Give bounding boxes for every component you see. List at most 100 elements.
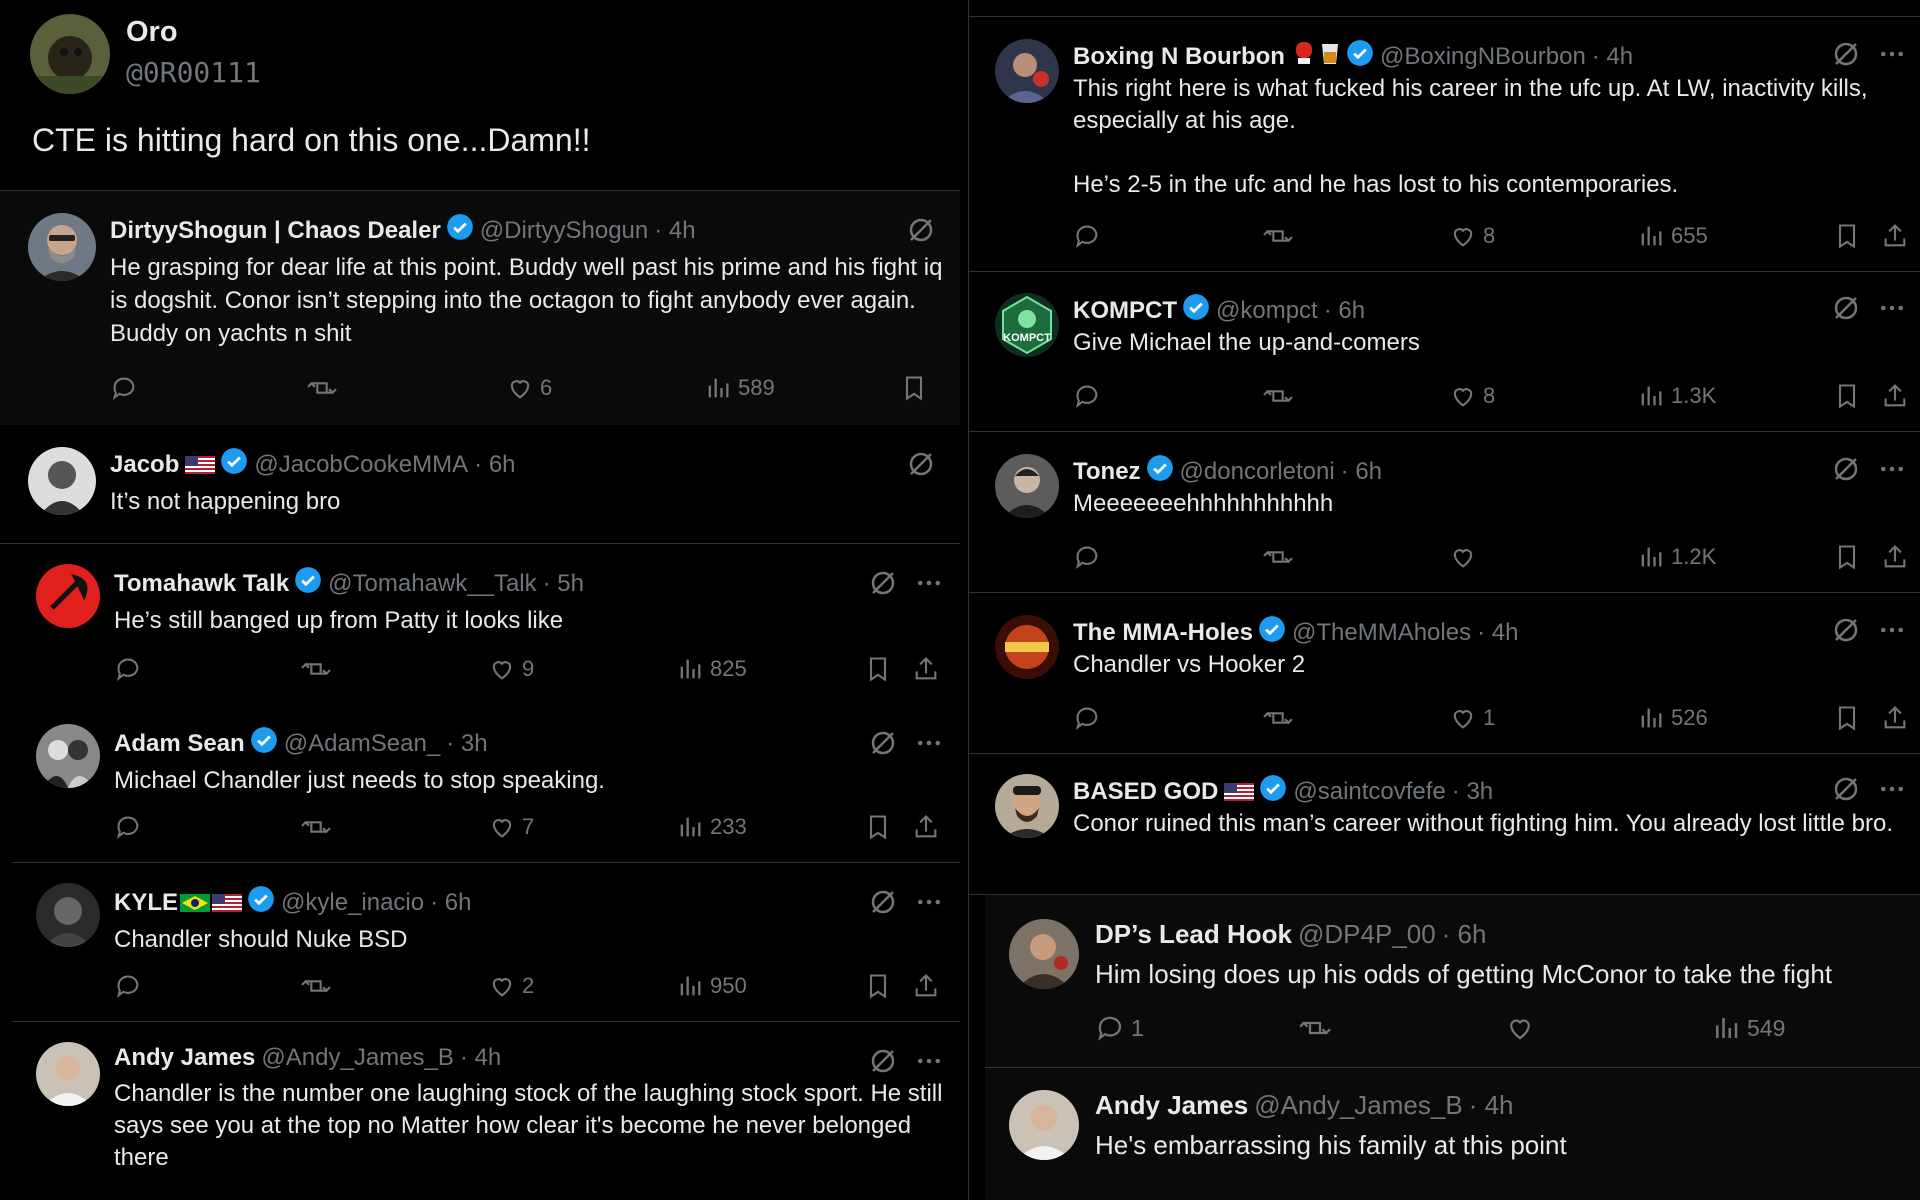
repost-button[interactable] xyxy=(305,373,339,403)
grok-icon[interactable] xyxy=(868,728,898,763)
reply-button[interactable] xyxy=(110,373,138,403)
bookmark-button[interactable] xyxy=(1833,703,1861,733)
grok-icon[interactable] xyxy=(906,449,936,484)
like-button[interactable] xyxy=(1449,542,1477,572)
like-button[interactable]: 6 xyxy=(506,373,552,403)
share-button[interactable] xyxy=(912,812,940,842)
repost-button[interactable] xyxy=(299,812,333,842)
avatar[interactable] xyxy=(28,213,96,281)
post-time[interactable]: · 4h xyxy=(1469,1090,1514,1121)
avatar[interactable] xyxy=(28,447,96,515)
share-button[interactable] xyxy=(912,971,940,1001)
author-handle[interactable]: @TheMMAholes xyxy=(1292,619,1471,647)
views-button[interactable]: 1.3K xyxy=(1637,381,1716,411)
post-time[interactable]: · 5h xyxy=(543,570,584,598)
views-button[interactable]: 655 xyxy=(1637,221,1708,251)
like-button[interactable]: 8 xyxy=(1449,221,1495,251)
avatar[interactable] xyxy=(36,1042,100,1106)
grok-icon[interactable] xyxy=(1831,293,1861,328)
author-name[interactable]: Andy James xyxy=(114,1044,255,1072)
bookmark-button[interactable] xyxy=(864,971,892,1001)
bookmark-button[interactable] xyxy=(1833,381,1861,411)
avatar[interactable] xyxy=(995,615,1059,679)
reply-boxing-n-bourbon[interactable]: Boxing N Bourbon @BoxingNBourbon · 4h Th… xyxy=(969,16,1920,272)
views-button[interactable]: 589 xyxy=(704,373,775,403)
grok-icon[interactable] xyxy=(1831,615,1861,650)
repost-button[interactable] xyxy=(1297,1013,1333,1043)
more-icon[interactable] xyxy=(914,568,944,603)
reply-button[interactable] xyxy=(1073,381,1101,411)
author-handle[interactable]: @kyle_inacio xyxy=(281,889,424,917)
reply-the-mma-holes[interactable]: The MMA-Holes @TheMMAholes · 4h Chandler… xyxy=(969,593,1920,754)
author-name[interactable]: BASED GOD xyxy=(1073,778,1218,806)
author-name[interactable]: KYLE xyxy=(114,889,178,917)
reply-button[interactable] xyxy=(114,971,142,1001)
author-name[interactable]: Tonez xyxy=(1073,458,1141,486)
more-icon[interactable] xyxy=(1877,293,1907,328)
post-time[interactable]: · 4h xyxy=(460,1044,501,1072)
post-time[interactable]: · 6h xyxy=(1324,297,1365,325)
more-icon[interactable] xyxy=(1877,615,1907,650)
more-icon[interactable] xyxy=(1877,454,1907,489)
post-time[interactable]: · 4h xyxy=(1592,43,1633,71)
author-name[interactable]: DP’s Lead Hook xyxy=(1095,919,1292,950)
views-button[interactable]: 1.2K xyxy=(1637,542,1716,572)
reply-based-god[interactable]: BASED GOD @saintcovfefe · 3h Conor ruine… xyxy=(969,754,1920,895)
avatar[interactable] xyxy=(995,774,1059,838)
share-button[interactable] xyxy=(1881,221,1909,251)
author-handle[interactable]: @doncorletoni xyxy=(1180,458,1335,486)
grok-icon[interactable] xyxy=(868,1046,898,1081)
more-icon[interactable] xyxy=(1877,774,1907,809)
bookmark-button[interactable] xyxy=(864,812,892,842)
author-handle[interactable]: @Andy_James_B xyxy=(1254,1090,1463,1121)
post-time[interactable]: · 3h xyxy=(446,730,487,758)
like-button[interactable]: 7 xyxy=(488,812,534,842)
reply-andy-james-2[interactable]: Andy James @Andy_James_B · 4h He's embar… xyxy=(985,1068,1920,1200)
repost-button[interactable] xyxy=(1261,703,1295,733)
bookmark-button[interactable] xyxy=(1833,221,1861,251)
avatar[interactable] xyxy=(1009,919,1079,989)
views-button[interactable]: 549 xyxy=(1711,1013,1785,1043)
like-button[interactable]: 9 xyxy=(488,654,534,684)
reply-button[interactable] xyxy=(1073,703,1101,733)
avatar[interactable] xyxy=(36,564,100,628)
repost-button[interactable] xyxy=(1261,542,1295,572)
author-name[interactable]: Boxing N Bourbon xyxy=(1073,43,1285,71)
views-button[interactable]: 233 xyxy=(676,812,747,842)
like-button[interactable]: 2 xyxy=(488,971,534,1001)
reply-andy-james[interactable]: Andy James @Andy_James_B · 4h Chandler i… xyxy=(12,1022,960,1200)
author-handle[interactable]: @BoxingNBourbon xyxy=(1380,43,1586,71)
bookmark-button[interactable] xyxy=(900,373,928,403)
post-time[interactable]: · 6h xyxy=(430,889,471,917)
grok-icon[interactable] xyxy=(1831,454,1861,489)
repost-button[interactable] xyxy=(1261,221,1295,251)
author-name[interactable]: Tomahawk Talk xyxy=(114,570,289,598)
repost-button[interactable] xyxy=(299,654,333,684)
repost-button[interactable] xyxy=(299,971,333,1001)
author-name[interactable]: Andy James xyxy=(1095,1090,1248,1121)
author-name[interactable]: DirtyyShogun | Chaos Dealer xyxy=(110,217,441,245)
bookmark-button[interactable] xyxy=(1833,542,1861,572)
reply-jacob[interactable]: Jacob @JacobCookeMMA · 6h It’s not happe… xyxy=(0,425,960,544)
more-icon[interactable] xyxy=(1877,39,1907,74)
reply-adam-sean[interactable]: Adam Sean @AdamSean_ · 3h Michael Chandl… xyxy=(12,704,960,863)
author-name[interactable]: Adam Sean xyxy=(114,730,245,758)
bookmark-button[interactable] xyxy=(864,654,892,684)
reply-button[interactable] xyxy=(114,812,142,842)
post-time[interactable]: · 4h xyxy=(1477,619,1518,647)
avatar[interactable] xyxy=(36,883,100,947)
post-time[interactable]: · 3h xyxy=(1452,778,1493,806)
reply-tomahawk-talk[interactable]: Tomahawk Talk @Tomahawk__Talk · 5h He’s … xyxy=(12,544,960,705)
grok-icon[interactable] xyxy=(868,887,898,922)
author-handle[interactable]: @kompct xyxy=(1216,297,1318,325)
avatar[interactable] xyxy=(30,14,110,94)
reply-kyle[interactable]: KYLE @kyle_inacio · 6h Chandler should N… xyxy=(12,863,960,1022)
avatar[interactable] xyxy=(995,454,1059,518)
author-handle[interactable]: @DP4P_00 xyxy=(1298,919,1436,950)
grok-icon[interactable] xyxy=(1831,774,1861,809)
more-icon[interactable] xyxy=(914,887,944,922)
share-button[interactable] xyxy=(1881,703,1909,733)
author-handle[interactable]: @DirtyyShogun xyxy=(480,217,648,245)
author-name[interactable]: Jacob xyxy=(110,451,179,479)
grok-icon[interactable] xyxy=(1831,39,1861,74)
